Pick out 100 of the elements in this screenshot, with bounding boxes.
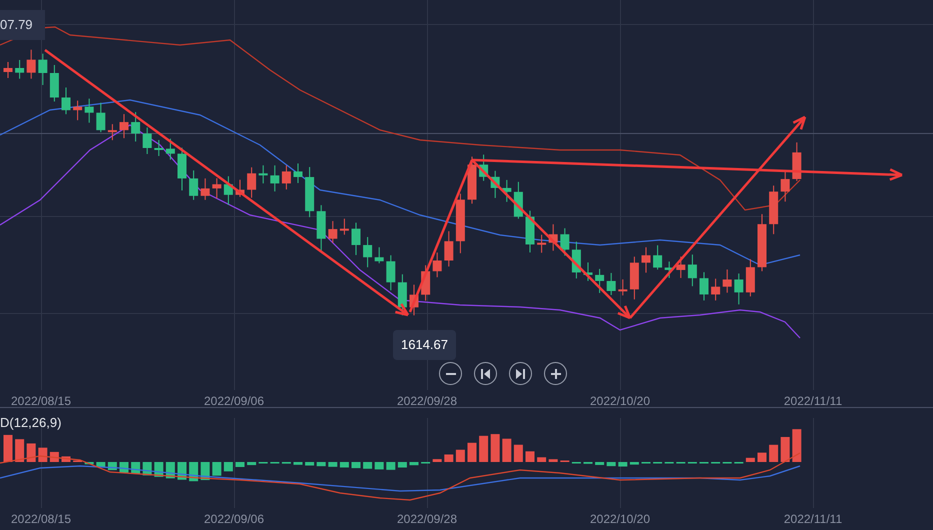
candlestick — [340, 218, 349, 235]
histogram-bar — [456, 450, 465, 462]
histogram-bar — [502, 438, 512, 462]
candlestick — [352, 222, 360, 256]
histogram-bar — [595, 462, 604, 465]
candlestick — [247, 167, 256, 198]
histogram-bar — [618, 462, 628, 467]
candlestick — [142, 128, 152, 154]
candlestick — [50, 65, 59, 102]
candlestick — [722, 270, 732, 293]
histogram-bar — [537, 457, 546, 462]
candlestick — [630, 256, 639, 300]
low-price-tooltip: 1614.67 — [393, 330, 456, 360]
histogram-bar — [305, 462, 314, 466]
candlestick — [73, 100, 82, 120]
date-label: 2022/09/28 — [396, 393, 458, 410]
date-label: 2022/10/20 — [590, 393, 650, 410]
candlestick — [606, 272, 616, 295]
histogram-bar — [26, 443, 36, 462]
candlestick — [432, 252, 442, 278]
step-back-button[interactable] — [474, 362, 497, 385]
candlestick — [131, 112, 140, 142]
candlestick — [212, 178, 222, 198]
histogram-bar — [780, 437, 790, 462]
candlestick — [769, 186, 778, 234]
candlestick — [328, 221, 338, 243]
candlestick — [166, 138, 175, 160]
candlestick — [780, 171, 790, 202]
histogram-bar — [340, 462, 349, 468]
candlestick — [618, 279, 628, 296]
histogram-bar — [432, 459, 442, 462]
candlestick — [4, 62, 12, 78]
candlestick — [224, 176, 233, 205]
candlestick — [560, 228, 570, 256]
candlestick — [108, 124, 117, 140]
candlestick — [595, 268, 604, 293]
date-label: 2022/09/06 — [204, 393, 264, 410]
candlestick — [548, 224, 558, 251]
date-label: 2022/09/06 — [204, 511, 264, 528]
zoom-in-button[interactable] — [544, 362, 567, 385]
candlestick — [792, 142, 802, 182]
candlestick — [410, 284, 418, 316]
histogram-bar — [479, 436, 488, 462]
histogram-bar — [374, 462, 384, 470]
candlestick — [642, 247, 650, 273]
step-forward-icon — [516, 368, 525, 378]
histogram-bar — [444, 454, 454, 462]
candlestick — [688, 254, 697, 286]
histogram-bar — [363, 462, 372, 469]
candlestick — [258, 165, 268, 184]
candlestick — [421, 265, 430, 301]
histogram-bar — [38, 448, 48, 462]
price-label: 07.79 — [0, 10, 45, 40]
candlestick — [758, 214, 766, 272]
date-label: 2022/10/20 — [590, 511, 650, 528]
candlestick — [305, 167, 314, 218]
candlestick — [189, 170, 198, 200]
candlestick — [178, 148, 186, 190]
candlestick — [734, 274, 744, 304]
candlestick — [386, 255, 396, 290]
histogram-bar — [758, 452, 766, 462]
candlestick — [120, 114, 128, 138]
candlestick — [84, 98, 94, 123]
histogram-bar — [514, 444, 523, 462]
zoom-out-button[interactable] — [439, 362, 462, 385]
candlestick — [502, 180, 512, 202]
candlestick — [398, 274, 407, 316]
candlestick — [96, 102, 106, 132]
candlestick — [479, 154, 488, 181]
histogram-bar — [224, 462, 233, 472]
candlestick — [514, 182, 523, 219]
histogram-bar — [746, 458, 755, 462]
histogram-bar — [15, 439, 24, 462]
candlestick — [490, 170, 500, 198]
candlestick — [38, 54, 48, 85]
candlestick — [664, 262, 674, 278]
candlestick — [15, 60, 24, 79]
histogram-bar — [410, 462, 418, 466]
candlestick — [653, 245, 662, 270]
candlestick — [526, 210, 534, 252]
histogram-bar — [548, 459, 558, 462]
histogram-bar — [769, 444, 778, 462]
candlestick — [282, 165, 291, 190]
histogram-bar — [96, 462, 106, 468]
candlestick — [200, 178, 210, 200]
step-forward-button[interactable] — [509, 362, 532, 385]
histogram-bar — [386, 462, 396, 470]
candlestick — [711, 278, 720, 300]
candlestick — [270, 165, 280, 192]
histogram-bar — [490, 434, 500, 462]
histogram-bar — [84, 462, 94, 464]
candlestick — [456, 194, 465, 254]
candlestick — [236, 180, 244, 197]
histogram-bar — [294, 462, 302, 465]
histogram-bar — [398, 462, 407, 468]
candlestick — [572, 242, 581, 278]
histogram-bar — [606, 462, 616, 466]
candlestick — [700, 272, 708, 300]
histogram-bar — [236, 462, 244, 467]
histogram-bar — [630, 462, 639, 465]
